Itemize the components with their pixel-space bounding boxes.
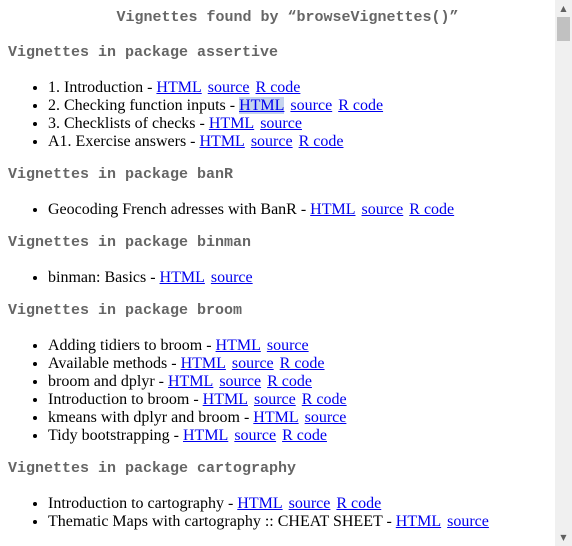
page-title: Vignettes found by “browseVignettes()” bbox=[116, 9, 459, 26]
scrollbar-thumb[interactable] bbox=[557, 17, 570, 41]
vignette-title: Available methods - bbox=[48, 355, 181, 372]
scroll-down-arrow-icon[interactable]: ▼ bbox=[555, 529, 572, 546]
vignette-list: Adding tidiers to broom - HTMLsourceAvai… bbox=[0, 337, 347, 445]
vignette-list-item: 1. Introduction - HTML source R code bbox=[48, 79, 383, 97]
source-link[interactable]: source bbox=[232, 355, 274, 372]
html-link[interactable]: HTML bbox=[156, 79, 201, 96]
vignette-title: broom and dplyr - bbox=[48, 373, 168, 390]
source-link[interactable]: source bbox=[447, 513, 489, 530]
vignette-title: kmeans with dplyr and broom - bbox=[48, 409, 254, 426]
source-link[interactable]: source bbox=[234, 427, 276, 444]
vignette-list-item: binman: Basics - HTML source bbox=[48, 269, 253, 287]
document-body: Vignettes found by “browseVignettes()” V… bbox=[0, 0, 555, 546]
html-link[interactable]: HTML bbox=[209, 115, 254, 132]
vignette-title: Introduction to broom - bbox=[48, 391, 203, 408]
vignette-list-item: Introduction to broom - HTML source R code bbox=[48, 391, 347, 409]
vignette-title: A1. Exercise answers - bbox=[48, 133, 200, 150]
vignette-list: binman: Basics - HTML source bbox=[0, 269, 253, 287]
vertical-scrollbar[interactable]: ▲ ▼ bbox=[555, 0, 572, 546]
source-link[interactable]: source bbox=[362, 201, 404, 218]
source-link[interactable]: source bbox=[211, 269, 253, 286]
vignette-list-item: Geocoding French adresses with BanR - HT… bbox=[48, 201, 454, 219]
rcode-link[interactable]: R code bbox=[338, 97, 383, 114]
vignette-list: Geocoding French adresses with BanR - HT… bbox=[0, 201, 454, 219]
html-link[interactable]: HTML bbox=[396, 513, 441, 530]
rcode-link[interactable]: R code bbox=[299, 133, 344, 150]
source-link[interactable]: source bbox=[219, 373, 261, 390]
source-link[interactable]: source bbox=[290, 97, 332, 114]
vignette-list-item: 3. Checklists of checks - HTML source bbox=[48, 115, 383, 133]
vignette-title: 3. Checklists of checks - bbox=[48, 115, 209, 132]
html-link[interactable]: HTML bbox=[239, 97, 285, 114]
vignette-list-item: kmeans with dplyr and broom - HTML source bbox=[48, 409, 347, 427]
vignette-list-item: Tidy bootstrapping - HTML source R code bbox=[48, 427, 347, 445]
vignette-title: 1. Introduction - bbox=[48, 79, 157, 96]
rcode-link[interactable]: R code bbox=[409, 201, 454, 218]
vignette-title: Introduction to cartography - bbox=[48, 495, 238, 512]
source-link[interactable]: source bbox=[305, 409, 347, 426]
vignette-title: Thematic Maps with cartography :: CHEAT … bbox=[48, 513, 396, 530]
rcode-link[interactable]: R code bbox=[336, 495, 381, 512]
section-heading: Vignettes in package assertive bbox=[8, 44, 279, 61]
vignette-list-item: Adding tidiers to broom - HTML source bbox=[48, 337, 347, 355]
html-link[interactable]: HTML bbox=[237, 495, 282, 512]
html-link[interactable]: HTML bbox=[160, 269, 205, 286]
section-heading: Vignettes in package banR bbox=[8, 166, 234, 183]
vignette-list-item: Available methods - HTML source R code bbox=[48, 355, 347, 373]
html-link[interactable]: HTML bbox=[253, 409, 298, 426]
vignette-title: Adding tidiers to broom - bbox=[48, 337, 216, 354]
section-heading: Vignettes in package broom bbox=[8, 302, 243, 319]
html-link[interactable]: HTML bbox=[168, 373, 213, 390]
source-link[interactable]: source bbox=[260, 115, 302, 132]
html-link[interactable]: HTML bbox=[310, 201, 355, 218]
rcode-link[interactable]: R code bbox=[280, 355, 325, 372]
section-heading: Vignettes in package cartography bbox=[8, 460, 297, 477]
html-link[interactable]: HTML bbox=[200, 133, 245, 150]
html-link[interactable]: HTML bbox=[216, 337, 261, 354]
section-heading: Vignettes in package binman bbox=[8, 234, 252, 251]
vignette-title: binman: Basics - bbox=[48, 269, 160, 286]
rcode-link[interactable]: R code bbox=[267, 373, 312, 390]
vignette-title: Tidy bootstrapping - bbox=[48, 427, 183, 444]
vignette-title: 2. Checking function inputs - bbox=[48, 97, 240, 114]
vignette-list-item: Introduction to cartography - HTML source… bbox=[48, 495, 489, 513]
vignette-list-item: 2. Checking function inputs - HTML source… bbox=[48, 97, 383, 115]
vignette-list: 1. Introduction - HTMLsourceR code2. Che… bbox=[0, 79, 383, 151]
rcode-link[interactable]: R code bbox=[256, 79, 301, 96]
rcode-link[interactable]: R code bbox=[282, 427, 327, 444]
vignette-title: Geocoding French adresses with BanR - bbox=[48, 201, 311, 218]
html-link[interactable]: HTML bbox=[203, 391, 248, 408]
source-link[interactable]: source bbox=[267, 337, 309, 354]
scroll-up-arrow-icon[interactable]: ▲ bbox=[555, 0, 572, 17]
html-link[interactable]: HTML bbox=[181, 355, 226, 372]
vignette-list-item: Thematic Maps with cartography :: CHEAT … bbox=[48, 513, 489, 531]
source-link[interactable]: source bbox=[251, 133, 293, 150]
vignette-list-item: broom and dplyr - HTML source R code bbox=[48, 373, 347, 391]
source-link[interactable]: source bbox=[289, 495, 331, 512]
source-link[interactable]: source bbox=[208, 79, 250, 96]
source-link[interactable]: source bbox=[254, 391, 296, 408]
vignette-list: Introduction to cartography - HTML source… bbox=[0, 495, 489, 531]
vignette-list-item: A1. Exercise answers - HTML source R code bbox=[48, 133, 383, 151]
html-link[interactable]: HTML bbox=[183, 427, 228, 444]
rcode-link[interactable]: R code bbox=[302, 391, 347, 408]
